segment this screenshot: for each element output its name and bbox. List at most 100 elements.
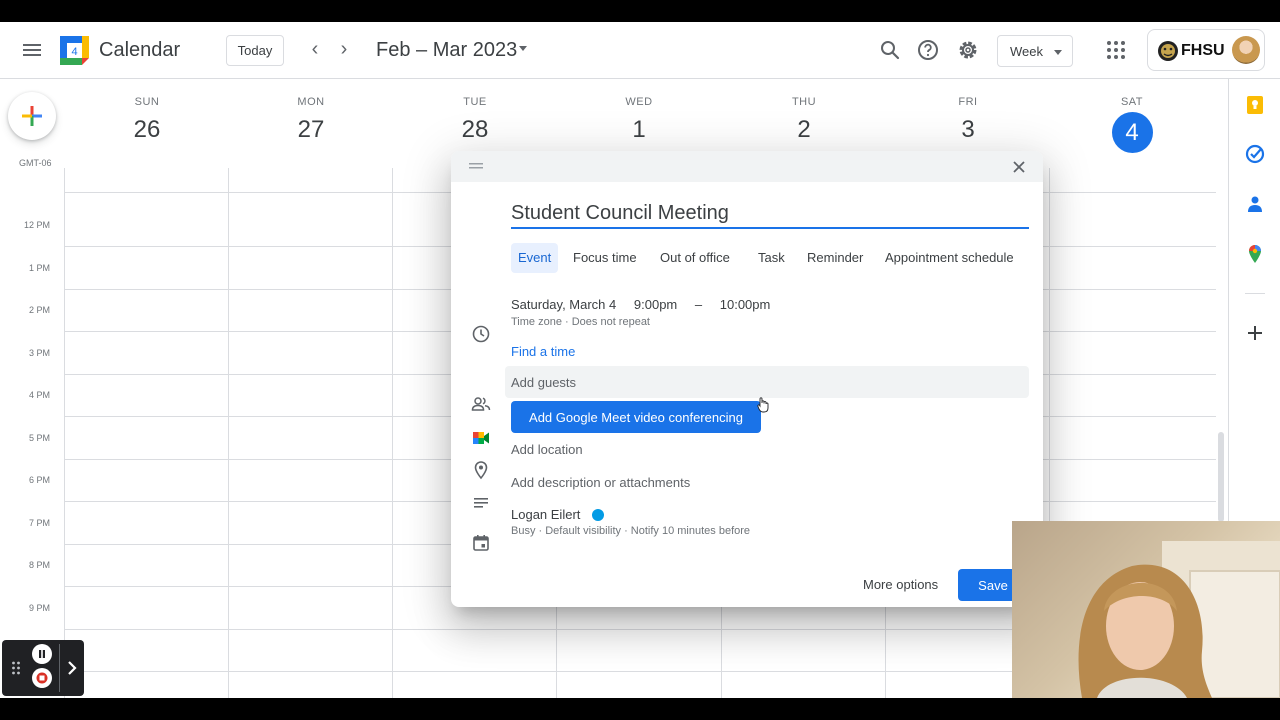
day-header-tue[interactable]: TUE 28 — [393, 96, 557, 144]
day-number: 1 — [632, 116, 646, 143]
day-header-fri[interactable]: FRI 3 — [886, 96, 1050, 144]
hamburger-menu-icon[interactable] — [20, 38, 44, 62]
add-location-input[interactable]: Add location — [511, 442, 583, 457]
tab-focus-time[interactable]: Focus time — [566, 243, 644, 273]
add-description-input[interactable]: Add description or attachments — [511, 475, 690, 490]
plus-icon — [22, 106, 42, 126]
help-icon[interactable] — [916, 38, 940, 62]
column-divider — [228, 168, 229, 698]
today-button[interactable]: Today — [226, 35, 284, 66]
owner-settings-summary[interactable]: Busy · Default visibility · Notify 10 mi… — [511, 525, 750, 537]
more-options-button[interactable]: More options — [857, 569, 944, 601]
logo-day-number: 4 — [71, 46, 77, 58]
tab-reminder[interactable]: Reminder — [800, 243, 870, 273]
top-bar: 4 Calendar Today ‹ › Feb – Mar 2023 Week — [0, 22, 1280, 79]
view-selector-label: Week — [1010, 44, 1043, 59]
location-pin-icon — [474, 461, 488, 480]
day-name: SUN — [134, 96, 160, 108]
stop-icon — [36, 672, 48, 684]
app-title: Calendar — [99, 39, 181, 61]
hour-label: 3 PM — [28, 348, 50, 358]
close-icon[interactable] — [1011, 159, 1027, 175]
expand-chevron-right-icon[interactable] — [64, 656, 80, 680]
time-separator: – — [694, 297, 703, 312]
day-name: THU — [791, 96, 817, 108]
day-name: TUE — [463, 96, 487, 108]
quick-event-dialog: Event Focus time Out of office Task Remi… — [451, 151, 1043, 607]
webcam-presenter-image — [1078, 541, 1280, 698]
event-end-time[interactable]: 10:00pm — [720, 297, 771, 312]
tasks-icon[interactable] — [1245, 144, 1265, 164]
timezone-label: GMT-06 — [19, 158, 52, 168]
day-name: FRI — [958, 96, 978, 108]
hour-label: 5 PM — [28, 433, 50, 443]
hour-label: 8 PM — [28, 560, 50, 570]
find-a-time-link[interactable]: Find a time — [511, 344, 575, 359]
account-switcher[interactable]: FHSU — [1147, 29, 1265, 71]
date-range-label[interactable]: Feb – Mar 2023 — [376, 39, 517, 62]
day-number: 3 — [961, 116, 975, 143]
day-number: 27 — [297, 116, 325, 143]
search-icon[interactable] — [878, 38, 902, 62]
hour-label: 7 PM — [28, 518, 50, 528]
calendar-owner-icon — [473, 535, 489, 551]
day-number: 26 — [133, 116, 161, 143]
pause-recording-button[interactable] — [32, 644, 52, 664]
keep-icon[interactable] — [1245, 95, 1265, 115]
create-event-button[interactable] — [8, 92, 56, 140]
pause-icon — [39, 650, 45, 658]
hour-label: 1 PM — [28, 263, 50, 273]
hour-label: 2 PM — [28, 305, 50, 315]
dialog-header[interactable] — [451, 151, 1043, 182]
day-header-sun[interactable]: SUN 26 — [65, 96, 229, 144]
calendar-owner[interactable]: Logan Eilert — [511, 507, 605, 522]
next-week-chevron-icon[interactable]: › — [332, 39, 356, 63]
event-title-input[interactable] — [511, 199, 1029, 229]
view-selector[interactable]: Week — [997, 35, 1073, 67]
tab-out-of-office[interactable]: Out of office — [653, 243, 737, 273]
user-avatar[interactable] — [1232, 36, 1260, 64]
add-guests-input[interactable]: Add guests — [505, 366, 1029, 398]
grid-scrollbar[interactable] — [1218, 432, 1224, 522]
calendar-logo-icon: 4 — [60, 36, 89, 65]
maps-icon[interactable] — [1245, 244, 1265, 264]
day-header-sat[interactable]: SAT 4 — [1050, 96, 1214, 153]
timezone-recurrence-link[interactable]: Time zone · Does not repeat — [511, 316, 650, 328]
google-meet-icon — [473, 432, 489, 444]
drag-handle-icon[interactable] — [469, 162, 483, 170]
guests-people-icon — [471, 397, 491, 411]
drag-grip-icon[interactable] — [11, 660, 21, 676]
settings-gear-icon[interactable] — [956, 38, 980, 62]
hour-label: 9 PM — [28, 603, 50, 613]
side-panel-divider — [1245, 293, 1265, 294]
day-header-wed[interactable]: WED 1 — [557, 96, 721, 144]
contacts-icon[interactable] — [1245, 194, 1265, 214]
day-name: WED — [625, 96, 653, 108]
webcam-video-overlay — [1012, 521, 1280, 698]
clock-icon — [472, 325, 490, 343]
recorder-divider — [59, 644, 60, 692]
day-header-mon[interactable]: MON 27 — [229, 96, 393, 144]
mouse-pointer-icon — [757, 397, 769, 413]
tab-appointment-schedule[interactable]: Appointment schedule — [878, 243, 1021, 273]
today-day-number: 4 — [1111, 112, 1153, 153]
event-date-time[interactable]: Saturday, March 4 9:00pm – 10:00pm — [511, 297, 784, 312]
owner-name: Logan Eilert — [511, 507, 581, 522]
add-meet-conferencing-button[interactable]: Add Google Meet video conferencing — [511, 401, 761, 433]
date-range-dropdown-icon[interactable] — [519, 46, 527, 51]
hour-label: 6 PM — [28, 475, 50, 485]
get-add-ons-plus-icon[interactable] — [1245, 323, 1265, 343]
stop-recording-button[interactable] — [32, 668, 52, 688]
day-header-thu[interactable]: THU 2 — [722, 96, 886, 144]
screen-recorder-controls — [2, 640, 84, 696]
event-date[interactable]: Saturday, March 4 — [511, 297, 616, 312]
event-start-time[interactable]: 9:00pm — [634, 297, 677, 312]
previous-week-chevron-icon[interactable]: ‹ — [303, 39, 327, 63]
chevron-down-icon — [1054, 50, 1062, 55]
tab-event[interactable]: Event — [511, 243, 559, 273]
description-lines-icon — [474, 498, 488, 508]
column-divider — [64, 168, 65, 698]
google-apps-grid-icon[interactable] — [1106, 40, 1126, 60]
tab-task[interactable]: Task — [751, 243, 792, 273]
organization-name: FHSU — [1181, 42, 1225, 59]
